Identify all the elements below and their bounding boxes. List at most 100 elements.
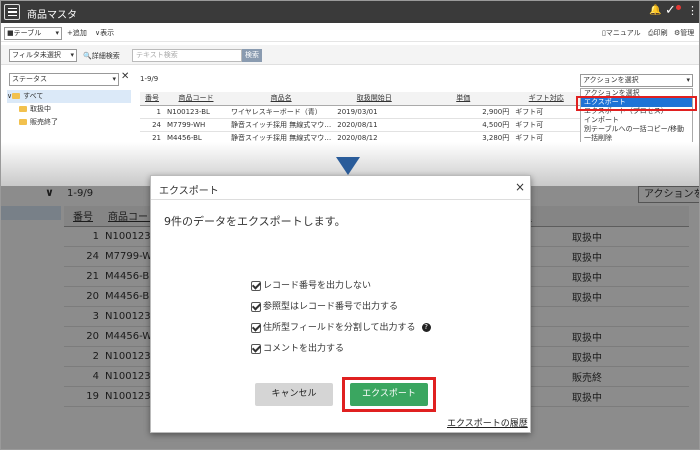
option-label: 参照型はレコード番号で出力する	[263, 302, 399, 312]
export-dialog: エクスポート × 9件のデータをエクスポートします。 レコード番号を出力しない …	[150, 175, 531, 433]
app-bar: 商品マスタ 🔔 ✓ ⋮	[1, 1, 699, 23]
table-cell: 静音スイッチ採用 無線式マウ…	[228, 131, 335, 142]
filter-select[interactable]: フィルタ未選択 ▾	[9, 49, 77, 62]
column-header[interactable]: 単価	[414, 92, 513, 106]
table-row[interactable]: 24 M7799-WH 静音スイッチ採用 無線式マウ… 2020/08/11 4,500…	[140, 118, 581, 132]
search-button[interactable]: 検索	[242, 49, 262, 62]
option-no-record-number[interactable]: レコード番号を出力しない	[251, 280, 371, 292]
checkbox[interactable]	[251, 280, 261, 291]
table-cell: ギフト可	[512, 105, 581, 119]
status-tree: ∨ すべて 取扱中 販売終了	[7, 90, 131, 129]
table-cell: 2019/03/01	[334, 105, 415, 119]
view-select[interactable]: ■テーブル ▾	[4, 27, 62, 40]
table-cell: ギフト可	[512, 118, 581, 132]
notification-dot	[676, 5, 681, 10]
app-title: 商品マスタ	[27, 10, 77, 21]
tree-item-label: 販売終了	[30, 118, 58, 126]
table-cell: M4456-BL	[164, 131, 228, 142]
table-cell: 1	[140, 105, 164, 119]
tree-item-discontinued[interactable]: 販売終了	[7, 116, 131, 129]
dropdown-option[interactable]: 別テーブルへの一括コピー/移動	[581, 125, 692, 134]
highlight-box	[342, 377, 436, 412]
tree-item-label: 取扱中	[30, 105, 51, 113]
add-button[interactable]: +追加	[67, 28, 87, 38]
table-cell: 24	[140, 118, 164, 132]
filter-select-label: フィルタ未選択	[12, 51, 61, 59]
table-cell: 静音スイッチ採用 無線式マウ…	[228, 118, 335, 132]
manual-label: マニュアル	[605, 29, 641, 37]
close-icon[interactable]: ×	[515, 180, 525, 194]
table-cell: 21	[140, 131, 164, 142]
dialog-title: エクスポート	[159, 186, 219, 197]
table-cell: N100123-BL	[164, 105, 228, 119]
more-icon[interactable]: ⋮	[687, 4, 698, 17]
dropdown-option[interactable]: インポート	[581, 116, 692, 125]
print-link[interactable]: ⎙印刷	[648, 28, 668, 38]
option-split-address[interactable]: 住所型フィールドを分割して出力する?	[251, 322, 431, 334]
folder-icon	[19, 106, 27, 112]
advanced-search-button[interactable]: 🔍詳細検索	[83, 51, 120, 61]
table-row[interactable]: 1 N100123-BL ワイヤレスキーボード（青） 2019/03/01 2,900円…	[140, 105, 581, 119]
option-label: 住所型フィールドを分割して出力する	[263, 323, 416, 333]
checkbox[interactable]	[251, 343, 261, 354]
action-select[interactable]: アクションを選択 ▾	[580, 74, 693, 87]
view-toolbar: ■テーブル ▾ +追加 ∨表示 ▯マニュアル ⎙印刷 ⚙管理	[1, 24, 699, 42]
chevron-down-icon: ▾	[686, 76, 690, 84]
manual-link[interactable]: ▯マニュアル	[602, 28, 641, 38]
folder-icon	[12, 93, 21, 99]
table-row[interactable]: 21 M4456-BL 静音スイッチ採用 無線式マウ… 2020/08/12 3,280…	[140, 131, 581, 142]
cancel-button[interactable]: キャンセル	[255, 383, 333, 406]
admin-label: 管理	[680, 29, 695, 37]
column-header[interactable]: 商品コード	[164, 92, 228, 106]
table-cell: 4,500円	[414, 118, 513, 132]
dialog-message: 9件のデータをエクスポートします。	[164, 215, 346, 228]
top-panel: 商品マスタ 🔔 ✓ ⋮ ■テーブル ▾ +追加 ∨表示 ▯マニュアル ⎙印刷 ⚙管…	[1, 1, 699, 142]
option-label: コメントを出力する	[263, 344, 345, 354]
show-button[interactable]: ∨表示	[95, 28, 114, 38]
chevron-down-icon: ▾	[112, 75, 116, 83]
checkbox[interactable]	[251, 322, 261, 333]
checkbox[interactable]	[251, 301, 261, 312]
table-cell: 2020/08/11	[334, 118, 415, 132]
export-history-link[interactable]: エクスポートの履歴	[447, 416, 528, 429]
column-header[interactable]: ギフト対応	[512, 92, 581, 106]
column-header[interactable]: 取扱開始日	[334, 92, 415, 106]
table-cell: 2,900円	[414, 105, 513, 119]
tree-item-all[interactable]: ∨ すべて	[7, 90, 131, 103]
admin-link[interactable]: ⚙管理	[674, 28, 694, 38]
record-table: 番号 商品コード 商品名 取扱開始日 単価 ギフト対応 1 N100123-BL ワ…	[140, 92, 581, 142]
search-icon: 🔍	[83, 52, 92, 60]
record-count: 1-9/9	[140, 75, 159, 83]
table-cell: M7799-WH	[164, 118, 228, 132]
table-cell: 2020/08/12	[334, 131, 415, 142]
table-cell: ギフト可	[512, 131, 581, 142]
table-cell: 3,280円	[414, 131, 513, 142]
column-header[interactable]: 番号	[140, 92, 164, 106]
folder-icon	[19, 119, 27, 125]
chevron-down-icon: ▾	[70, 51, 74, 59]
view-select-label: ■テーブル	[7, 29, 42, 37]
advanced-search-label: 詳細検索	[91, 52, 120, 60]
chevron-down-icon: ▾	[55, 29, 59, 37]
table-cell: ワイヤレスキーボード（青）	[228, 105, 335, 119]
tree-item-label: すべて	[23, 92, 44, 100]
option-reference-as-number[interactable]: 参照型はレコード番号で出力する	[251, 301, 398, 313]
column-header[interactable]: 商品名	[228, 92, 335, 106]
bell-icon[interactable]: 🔔	[649, 5, 661, 16]
tree-item-active[interactable]: 取扱中	[7, 103, 131, 116]
status-select-label: ステータス	[12, 75, 47, 83]
highlight-box	[576, 96, 697, 111]
option-label: レコード番号を出力しない	[263, 281, 372, 291]
check-icon[interactable]: ✓	[665, 3, 676, 18]
print-label: 印刷	[653, 29, 668, 37]
down-arrow-icon	[336, 157, 360, 175]
option-export-comments[interactable]: コメントを出力する	[251, 343, 344, 355]
hamburger-icon[interactable]	[4, 4, 20, 20]
close-icon[interactable]: ✕	[121, 71, 129, 82]
text-search-input[interactable]: テキスト検索	[132, 49, 242, 62]
dialog-header: エクスポート ×	[151, 176, 530, 200]
dropdown-option[interactable]: 一括削除	[581, 134, 692, 142]
help-icon[interactable]: ?	[421, 323, 431, 332]
filter-toolbar: フィルタ未選択 ▾ 🔍詳細検索 テキスト検索 検索	[1, 45, 699, 65]
status-select[interactable]: ステータス ▾	[9, 73, 119, 86]
